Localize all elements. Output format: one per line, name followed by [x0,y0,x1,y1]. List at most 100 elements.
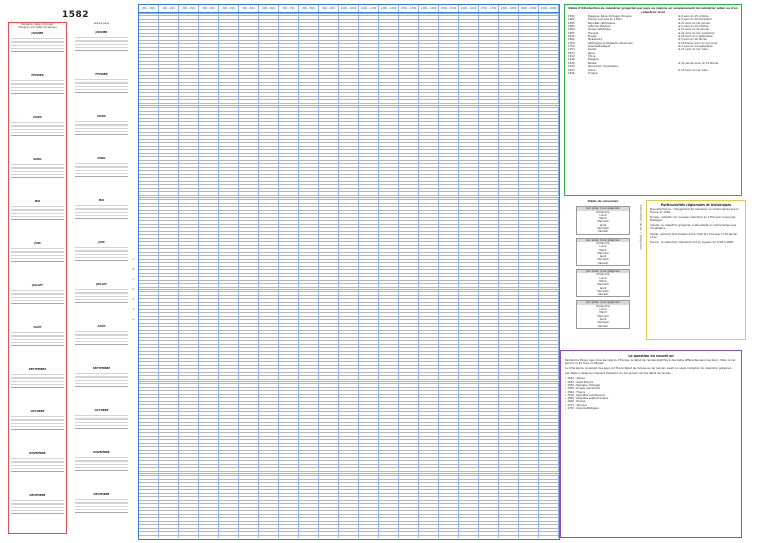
month-grid [75,371,128,388]
calendar-left-header: Espagne, Italie, Portugal, Pologne (voir… [18,23,57,29]
century-column-header: 1900 - 1999 [519,5,539,12]
particularity-paragraph: Suède : période de transition entre 1700… [650,232,738,239]
month-block: FÉVRIER [75,73,128,94]
month-block: SEPTEMBRE [75,367,128,388]
month-block: SEPTEMBRE [11,368,64,389]
conversion-day: Samedi [598,324,608,328]
century-column-header: 200 - 299 [179,5,199,12]
century-column-header: 1800 - 1899 [499,5,519,12]
conversion-table: Jour julien / Jour grégorien Dimanche Lund… [576,206,630,235]
table-band [139,105,559,196]
countries-title: Dates d'introduction du calendrier grégo… [568,6,738,14]
conversion-table: Jour julien / Jour grégorien Dimanche Lund… [576,300,630,329]
nav-letter[interactable]: E [131,297,136,301]
conversion-day: Samedi [598,261,608,265]
month-grid [11,162,64,179]
table-band [139,381,559,472]
month-block: JUIN [11,242,64,263]
conversion-day: Samedi [598,293,608,297]
century-column-header: 600 - 699 [259,5,279,12]
month-block: DÉCEMBRE [11,494,64,515]
particularities-panel: Particularités régionales et historiques… [646,200,746,340]
month-grid [75,245,128,262]
perpetual-tables: 001 - 099 100 - 199 200 - 299 300 - 399 400 … [138,4,560,540]
century-column-header: 1600 - 1699 [459,5,479,12]
month-grid [11,78,64,95]
month-grid [11,120,64,137]
month-block: NOVEMBRE [11,452,64,473]
month-block: JUILLET [11,284,64,305]
table-band [139,13,559,104]
century-column-header: 500 - 599 [239,5,259,12]
table-band [139,473,559,538]
month-grid [11,372,64,389]
century-column-header: 001 - 099 [139,5,159,12]
month-block: JANVIER [11,32,64,53]
nav-letter[interactable]: A [131,257,136,261]
conversion-day: Samedi [598,230,608,234]
calendar-panel-other: autres pays JANVIER FÉVRIER MARS AVRIL M… [73,22,130,532]
month-grid [75,413,128,430]
month-block: MARS [75,115,128,136]
month-grid [75,287,128,304]
month-grid [11,288,64,305]
conversion-table: Jour julien / Jour grégorien Dimanche Lund… [576,269,630,298]
century-column-header: 1100 - 1199 [359,5,379,12]
month-grid [11,414,64,431]
conversion-table: Jour julien / Jour grégorien Dimanche Lund… [576,237,630,267]
month-block: JUILLET [75,283,128,304]
calendar-panel-left: Espagne, Italie, Portugal, Pologne (voir… [8,22,67,534]
new-year-item: • 1752 : Grande-Bretagne [565,407,599,411]
calendar-mid-header: autres pays [93,22,110,25]
month-grid [75,77,128,94]
century-column-header: 1700 - 1799 [479,5,499,12]
century-column-header: 1200 - 1299 [379,5,399,12]
month-block: AVRIL [11,158,64,179]
nav-letter[interactable]: F [131,307,136,311]
month-block: NOVEMBRE [75,451,128,472]
month-grid [75,203,128,220]
month-grid [11,330,64,347]
century-column-header: 300 - 399 [199,5,219,12]
month-block: OCTOBRE [75,409,128,430]
month-grid [75,35,128,52]
table-band [139,289,559,380]
month-block: MAI [75,199,128,220]
table-band [139,197,559,288]
nav-letter[interactable]: C [131,277,136,281]
century-column-header: 800 - 899 [299,5,319,12]
month-block: MARS [11,116,64,137]
nav-letter[interactable]: G [131,317,136,321]
century-column-headers: 001 - 099 100 - 199 200 - 299 300 - 399 400 … [139,5,559,13]
conversion-title: Tables de conversion [587,200,619,203]
century-column-header: 1500 - 1599 [439,5,459,12]
countries-panel: Dates d'introduction du calendrier grégo… [564,4,742,196]
year-title: 1582 [62,10,90,20]
month-block: AVRIL [75,157,128,178]
new-year-panel: La question du nouvel an Pendant le Moye… [560,350,742,538]
new-year-list: • 1522 : Venise • 1544 : Saint-Empire • 15… [565,377,737,410]
century-column-header: 1300 - 1399 [399,5,419,12]
month-grid [75,119,128,136]
month-grid [75,161,128,178]
nav-letter[interactable]: B [131,267,136,271]
nav-letter[interactable]: D [131,287,136,291]
month-block: MAI [11,200,64,221]
month-grid [75,329,128,346]
month-block: FÉVRIER [11,74,64,95]
month-block: JANVIER [75,31,128,52]
month-block: JUIN [75,241,128,262]
month-grid [75,497,128,514]
new-year-paragraph: Pendant le Moyen Âge, dans les régions d… [565,359,736,366]
letter-navigation: A B C D E F G [131,22,136,532]
century-column-header: 2000 - 2099 [539,5,559,12]
month-grid [11,204,64,221]
country-name: Turquie [588,71,598,75]
country-year: 1926 [568,71,575,75]
particularity-paragraph: Irlande : le calendrier grégorien a été … [650,224,737,231]
month-grid [11,36,64,53]
month-block: AOÛT [75,325,128,346]
particularity-paragraph: Nouvelle-France : changement de calendri… [650,208,739,215]
century-column-header: 400 - 499 [219,5,239,12]
particularity-paragraph: Écosse : adoption du nouveau calendrier … [650,216,736,223]
